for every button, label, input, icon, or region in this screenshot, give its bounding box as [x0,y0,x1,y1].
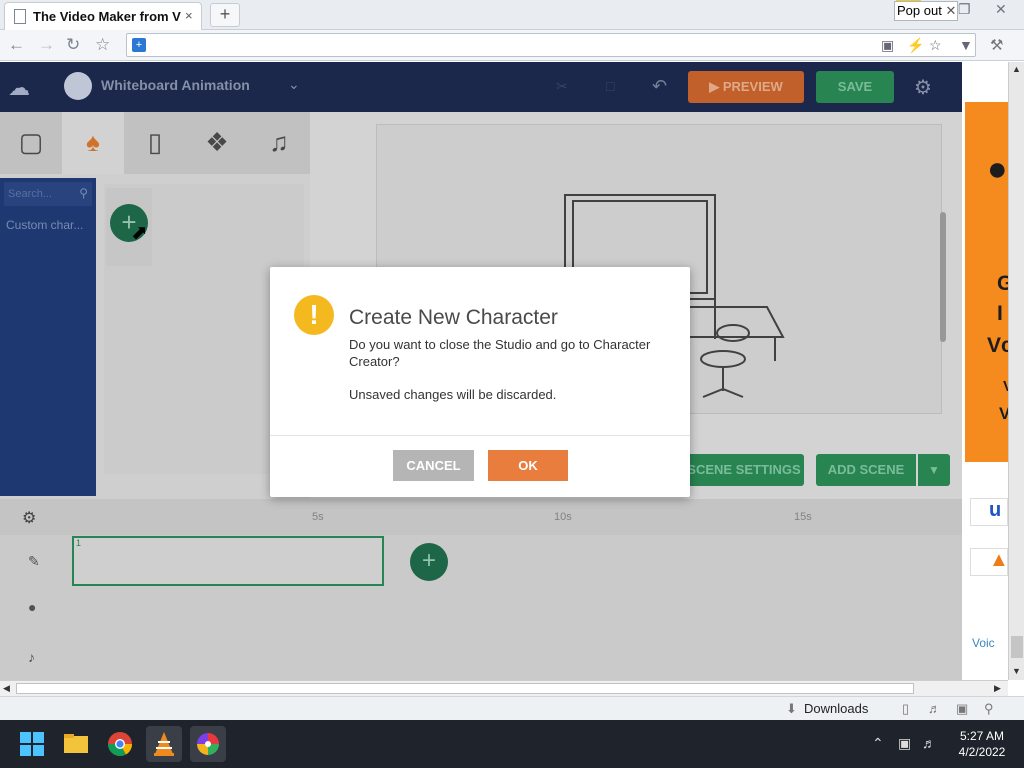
trash-icon[interactable]: ▯ [902,701,909,717]
star-icon[interactable]: ☆ [95,35,110,55]
video-maker-app-icon[interactable] [190,726,226,762]
dialog-title: Create New Character [349,306,558,329]
scrollbar-thumb[interactable] [16,683,914,694]
scroll-left-icon[interactable]: ◀ [3,683,10,694]
windows-start-icon[interactable] [14,726,50,762]
speaker-icon[interactable]: ♬ [928,701,941,716]
dialog-divider [270,435,690,436]
pop-out-button[interactable]: Pop out ✕ [894,1,958,21]
back-icon[interactable]: ← [8,35,25,55]
system-clock[interactable]: 5:27 AM 4/2/2022 [948,728,1016,760]
scroll-down-icon[interactable]: ▼ [1012,666,1021,676]
dialog-message: Do you want to close the Studio and go t… [349,337,651,369]
window-icon[interactable]: ▣ [956,701,968,717]
network-icon[interactable]: ▣ [898,735,911,752]
reload-icon[interactable]: ↻ [66,35,80,55]
new-tab-button[interactable]: + [210,3,240,27]
address-bar[interactable]: + ▣ ⚡ ☆ ▼ [126,33,976,57]
folder-shape [64,734,88,753]
browser-toolbar: ← → ↻ ☆ + ▣ ⚡ ☆ ▼ ⚒ [0,30,1024,61]
browser-tab-bar: The Video Maker from V × + ▲ — ❐ ✕ [0,0,1024,30]
tab-close-icon[interactable]: × [185,8,193,23]
chevron-up-icon[interactable]: ⌃ [872,735,884,752]
scroll-right-icon[interactable]: ▶ [994,683,1001,694]
maximize-icon[interactable]: ❐ [958,1,971,18]
chrome-icon[interactable] [102,726,138,762]
ad-voice-link[interactable]: Voic [972,636,995,650]
ad-panel[interactable]: ● G I Vc V V u ▲ Voic [962,62,1013,680]
zoom-icon[interactable]: ⚲ [984,701,994,717]
clock-date: 4/2/2022 [958,745,1006,759]
chrome-logo [108,732,132,757]
dialog-note: Unsaved changes will be discarded. [349,387,557,402]
windows-taskbar: ⌃ ▣ ♬ 5:27 AM 4/2/2022 [0,720,1024,768]
pop-out-label: Pop out [897,3,942,18]
vlc-icon[interactable] [146,726,182,762]
browser-tab[interactable]: The Video Maker from V × [4,2,202,30]
mouse-cursor-icon: ⬈ [131,222,148,244]
scroll-up-icon[interactable]: ▲ [1012,64,1021,74]
ad-logo-box[interactable]: u [970,498,1008,526]
dropdown-icon[interactable]: ▼ [959,37,973,53]
page-icon [14,9,26,24]
download-icon: ⬇ [786,701,797,716]
volume-icon[interactable]: ♬ [922,735,936,751]
ad-banner[interactable]: ● G I Vc V V [965,102,1013,462]
vlc-cone [154,732,174,756]
scrollbar-thumb[interactable] [1011,636,1023,658]
site-icon: + [132,38,146,52]
ad-text: I [997,302,1003,325]
page-vertical-scrollbar[interactable]: ▲ ▼ [1008,62,1024,680]
forward-icon[interactable]: → [38,35,55,55]
close-window-icon[interactable]: ✕ [995,1,1007,18]
tab-title: The Video Maker from V [33,9,181,24]
clock-time: 5:27 AM [959,729,1005,743]
close-icon[interactable]: ✕ [945,3,956,18]
downloads-button[interactable]: Downloads [804,701,868,716]
wrench-icon[interactable]: ⚒ [990,36,1003,54]
windows-logo [20,732,44,756]
create-character-dialog: ! Create New Character Do you want to cl… [270,267,690,497]
headset-icon: ● [987,150,1008,188]
file-explorer-icon[interactable] [58,726,94,762]
flash-icon[interactable]: ⚡ [907,37,924,54]
ok-button[interactable]: OK [488,450,568,481]
warning-icon: ! [294,295,334,335]
screen: The Video Maker from V × + ▲ — ❐ ✕ ← → ↻… [0,0,1024,768]
browser-status-bar: ⬇ Downloads ▯ ♬ ▣ ⚲ [0,696,1024,720]
popup-blocked-icon[interactable]: ▣ [881,37,894,54]
color-wheel [197,733,219,755]
ad-logo-box[interactable]: ▲ [970,548,1009,576]
page-horizontal-scrollbar[interactable]: ◀ ▶ [0,680,1008,696]
bookmark-star-icon[interactable]: ☆ [929,37,942,54]
cancel-button[interactable]: CANCEL [393,450,474,481]
